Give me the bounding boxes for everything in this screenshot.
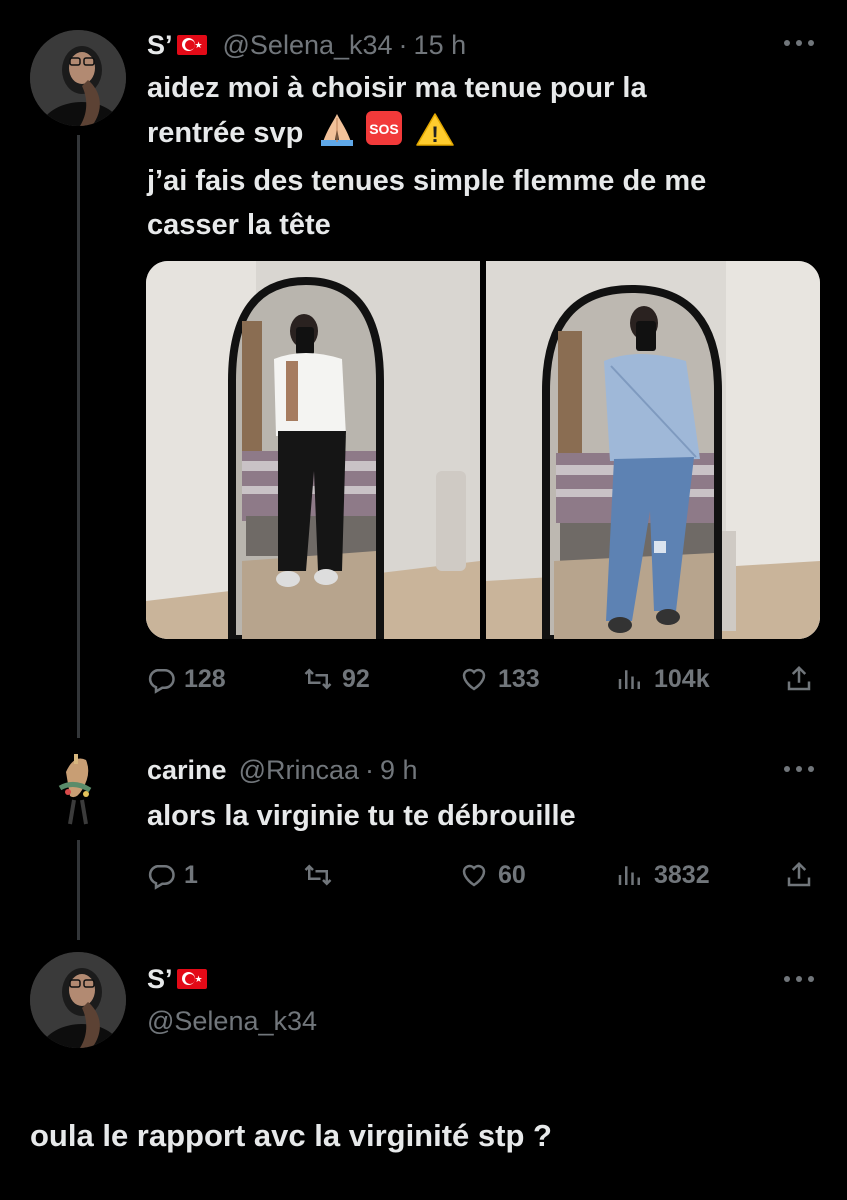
- retweet-button[interactable]: [302, 858, 342, 892]
- display-name[interactable]: S’: [147, 30, 173, 61]
- share-button[interactable]: [784, 662, 822, 696]
- more-options-icon[interactable]: [784, 40, 814, 48]
- sos-icon: SOS: [365, 110, 403, 159]
- warning-icon: !: [415, 112, 454, 159]
- views-icon: [618, 670, 640, 689]
- reply-header: carine @Rrincaa · 9 h: [147, 753, 418, 787]
- user-handle[interactable]: @Selena_k34: [147, 1006, 317, 1037]
- heart-icon: [462, 864, 486, 887]
- tweet-text-line: rentrée svp SOS !: [147, 110, 827, 159]
- separator-dot: ·: [365, 754, 375, 785]
- tweet-text-line: casser la tête: [147, 209, 331, 241]
- retweet-icon: [304, 864, 332, 886]
- thread-line-1: [77, 135, 80, 738]
- like-button[interactable]: 133: [458, 662, 540, 696]
- share-button[interactable]: [784, 858, 822, 892]
- views-count: 104k: [654, 664, 710, 693]
- reply-count: 128: [184, 664, 226, 693]
- tweet-text: oula le rapport avc la virginité stp ?: [30, 1118, 552, 1153]
- reply-button[interactable]: 1: [146, 858, 198, 892]
- views-icon: [618, 866, 640, 885]
- user-handle[interactable]: @Rrincaa: [239, 755, 359, 786]
- views-button[interactable]: 3832: [614, 858, 710, 892]
- sos-label: SOS: [370, 121, 400, 137]
- tweet-header: S’ ★ @Selena_k34 · 15 h: [147, 28, 466, 62]
- tweet-text-fragment: rentrée svp: [147, 117, 304, 149]
- reply-icon: [148, 669, 175, 694]
- views-count: 3832: [654, 860, 710, 889]
- folded-hands-icon: [319, 112, 355, 159]
- more-options-icon[interactable]: [784, 976, 814, 984]
- tweet-image-2[interactable]: [486, 261, 820, 639]
- share-icon: [787, 665, 811, 691]
- avatar[interactable]: [30, 740, 126, 836]
- reply-text: alors la virginie tu te débrouille: [147, 800, 576, 832]
- display-name[interactable]: S’: [147, 964, 173, 995]
- handle-row: @Selena_k34: [147, 1004, 317, 1038]
- like-button[interactable]: 60: [458, 858, 526, 892]
- turkey-flag-icon: ★: [176, 969, 207, 989]
- tweet-header: S’ ★: [147, 962, 213, 996]
- reply-button[interactable]: 128: [146, 662, 226, 696]
- share-icon: [787, 861, 811, 887]
- tweet-image-1[interactable]: [146, 261, 480, 639]
- thread-line-2: [77, 840, 80, 940]
- avatar[interactable]: [30, 952, 126, 1048]
- reply-icon: [148, 865, 175, 890]
- retweet-icon: [304, 668, 332, 690]
- tweet-text: aidez moi à choisir ma tenue pour la ren…: [147, 66, 827, 247]
- like-count: 133: [498, 664, 540, 693]
- more-options-icon[interactable]: [784, 766, 814, 774]
- tweet-text-line: aidez moi à choisir ma tenue pour la: [147, 72, 647, 104]
- heart-icon: [462, 668, 486, 691]
- avatar[interactable]: [30, 30, 126, 126]
- retweet-button[interactable]: 92: [302, 662, 370, 696]
- turkey-flag-icon: ★: [176, 35, 207, 55]
- timestamp[interactable]: 15 h: [414, 30, 467, 61]
- reply-count: 1: [184, 860, 198, 889]
- retweet-count: 92: [342, 664, 370, 693]
- timestamp[interactable]: 9 h: [380, 755, 418, 786]
- separator-dot: ·: [398, 29, 408, 60]
- warning-label: !: [431, 122, 438, 146]
- tweet-text-line: j’ai fais des tenues simple flemme de me: [147, 165, 707, 197]
- like-count: 60: [498, 860, 526, 889]
- views-button[interactable]: 104k: [614, 662, 710, 696]
- user-handle[interactable]: @Selena_k34: [223, 30, 393, 61]
- display-name[interactable]: carine: [147, 755, 227, 786]
